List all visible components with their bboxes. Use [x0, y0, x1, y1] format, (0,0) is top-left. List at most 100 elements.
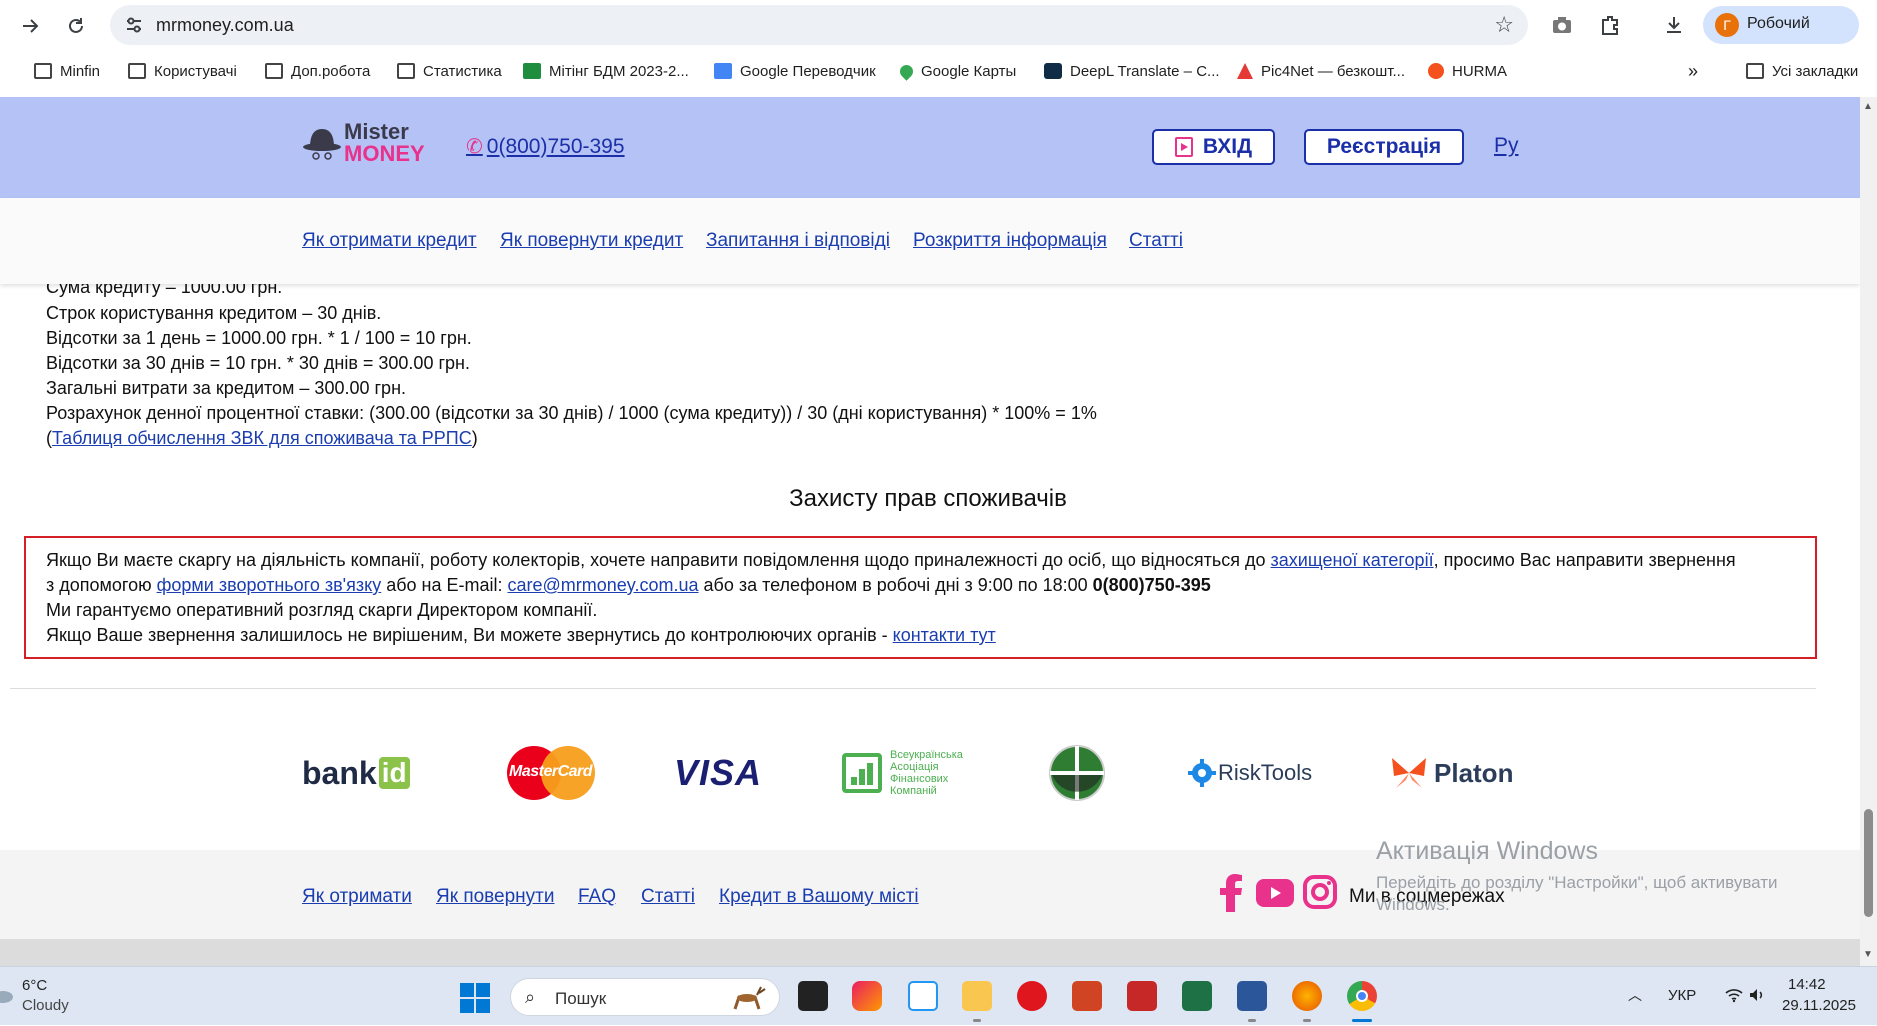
- bookmark-statistics[interactable]: Статистика: [397, 60, 502, 82]
- email-link[interactable]: care@mrmoney.com.ua: [508, 575, 699, 595]
- facebook-icon[interactable]: [1218, 874, 1244, 917]
- sheets-icon: [523, 63, 541, 79]
- logo[interactable]: Mister MONEY: [302, 119, 432, 169]
- taskbar-search[interactable]: ⌕ Пошук: [510, 978, 780, 1016]
- tray-chevron-icon[interactable]: ︿: [1628, 985, 1642, 1005]
- windows-activation-watermark: Активація Windows Перейдіть до розділу "…: [1376, 837, 1778, 914]
- site-nav: Як отримати кредит Як повернути кредит З…: [0, 198, 1860, 284]
- profile-button[interactable]: Г Робочий: [1703, 6, 1859, 44]
- footer-link-repay[interactable]: Як повернути: [436, 886, 555, 908]
- bookmarks-overflow-icon[interactable]: »: [1688, 60, 1698, 82]
- credit-term-line: Строк користування кредитом – 30 днів.: [46, 303, 382, 323]
- protected-category-link[interactable]: захищеної категорії: [1271, 550, 1434, 570]
- language-switch[interactable]: Ру: [1494, 134, 1519, 158]
- bookmarks-bar: Minfin Користувачі Доп.робота Статистика…: [0, 56, 1877, 86]
- phone-icon: ✆: [466, 136, 483, 158]
- cloud-icon: [0, 991, 13, 1003]
- apr-table-line: (Таблиця обчислення ЗВК для споживача та…: [46, 428, 478, 448]
- regulator-contacts-link[interactable]: контакти тут: [893, 625, 996, 645]
- header-phone-link[interactable]: ✆ 0(800)750-395: [466, 134, 625, 159]
- bookmark-deepl[interactable]: DeepL Translate – C...: [1044, 60, 1220, 82]
- folder-icon: [1746, 63, 1764, 79]
- hurma-icon: [1428, 63, 1444, 79]
- total-cost-line: Загальні витрати за кредитом – 300.00 гр…: [46, 378, 407, 398]
- folder-icon: [34, 63, 52, 79]
- visa-logo: VISA: [674, 752, 763, 793]
- address-bar[interactable]: mrmoney.com.ua ☆: [110, 5, 1528, 45]
- nav-get-credit[interactable]: Як отримати кредит: [302, 230, 477, 252]
- bookmark-meeting[interactable]: Мітінг БДМ 2023-2...: [523, 60, 689, 82]
- nav-disclosure[interactable]: Розкриття інформація: [913, 230, 1107, 252]
- taskview-icon[interactable]: [798, 981, 828, 1011]
- footer-link-city[interactable]: Кредит в Вашому місті: [719, 886, 919, 908]
- bookmark-star-icon[interactable]: ☆: [1494, 12, 1514, 38]
- footer-link-get[interactable]: Як отримати: [302, 886, 412, 908]
- footer-bottom-bar: [0, 939, 1860, 966]
- pdf-icon[interactable]: [1127, 981, 1157, 1011]
- extensions-icon[interactable]: [1596, 11, 1624, 39]
- bookmark-hurma[interactable]: HURMA: [1428, 60, 1507, 82]
- url-text: mrmoney.com.ua: [156, 15, 294, 35]
- bookmark-google-maps[interactable]: Google Карты: [897, 60, 1016, 82]
- bookmark-users[interactable]: Користувачі: [128, 60, 237, 82]
- all-bookmarks[interactable]: Усі закладки: [1746, 60, 1858, 82]
- login-button[interactable]: ВХІД: [1152, 129, 1275, 165]
- section-title: Захисту прав споживачів: [789, 485, 1067, 512]
- wifi-icon[interactable]: [1724, 987, 1744, 1003]
- bookmark-google-translate[interactable]: Google Переводчик: [714, 60, 876, 82]
- input-language[interactable]: УКР: [1668, 987, 1696, 1004]
- footer-link-articles[interactable]: Статті: [641, 886, 695, 908]
- site-header: Mister MONEY ✆ 0(800)750-395 ВХІД Реєстр…: [0, 97, 1860, 198]
- clock-time[interactable]: 14:42: [1788, 976, 1826, 993]
- scroll-thumb[interactable]: [1864, 809, 1873, 917]
- register-button[interactable]: Реєстрація: [1304, 129, 1464, 165]
- instagram-icon[interactable]: [1302, 874, 1338, 915]
- bowler-hat-icon: [303, 129, 341, 160]
- bookmark-minfin[interactable]: Minfin: [34, 60, 100, 82]
- green-cross-icon: [1049, 745, 1105, 801]
- scroll-up-icon[interactable]: ▲: [1863, 101, 1873, 112]
- file-explorer-icon[interactable]: [962, 981, 992, 1011]
- mastercard-logo: MasterCard: [507, 745, 595, 801]
- chrome-icon[interactable]: [1347, 981, 1377, 1011]
- site-info-icon[interactable]: [124, 15, 144, 35]
- system-tray: ︿ УКР 14:42 29.11.2025: [1620, 967, 1877, 1026]
- taskbar: 6°C Cloudy ⌕ Пошук ︿ УКР 14:42 29.11.202…: [0, 966, 1877, 1025]
- download-icon[interactable]: [1660, 11, 1688, 39]
- powerpoint-icon[interactable]: [1072, 981, 1102, 1011]
- footer-link-faq[interactable]: FAQ: [578, 886, 616, 908]
- apr-table-link[interactable]: Таблиця обчислення ЗВК для споживача та …: [52, 428, 472, 448]
- nav-articles[interactable]: Статті: [1129, 230, 1183, 252]
- forward-button[interactable]: [12, 8, 48, 44]
- complaint-line-1: Якщо Ви маєте скаргу на діяльність компа…: [46, 550, 1736, 570]
- reload-button[interactable]: [58, 8, 94, 44]
- vafk-logo: Всеукраїнська Асоціація Фінансових Компа…: [842, 745, 970, 801]
- page-scrollbar[interactable]: ▲ ▼: [1860, 97, 1877, 966]
- nav-repay-credit[interactable]: Як повернути кредит: [500, 230, 683, 252]
- daily-rate-line: Розрахунок денної процентної ставки: (30…: [46, 403, 1097, 423]
- risktools-logo: RiskTools: [1188, 745, 1312, 801]
- nav-faq[interactable]: Запитання і відповіді: [706, 230, 890, 252]
- avatar: Г: [1715, 13, 1739, 37]
- chart-bars-icon: [842, 753, 882, 793]
- photos-icon[interactable]: [852, 981, 882, 1011]
- camera-icon[interactable]: [1548, 11, 1576, 39]
- snipping-tool-icon[interactable]: [908, 981, 938, 1011]
- firefox-icon[interactable]: [1292, 981, 1322, 1011]
- bookmark-pic4net[interactable]: Pic4Net — безкошт...: [1237, 60, 1405, 82]
- complaint-line-4: Якщо Ваше звернення залишилось не виріше…: [46, 625, 996, 645]
- bookmark-extra-work[interactable]: Доп.робота: [265, 60, 370, 82]
- scroll-down-icon[interactable]: ▼: [1863, 949, 1873, 960]
- start-button[interactable]: [460, 983, 490, 1018]
- feedback-form-link[interactable]: форми зворотнього зв'язку: [157, 575, 382, 595]
- word-icon[interactable]: [1237, 981, 1267, 1011]
- opera-icon[interactable]: [1017, 981, 1047, 1011]
- page-viewport: Mister MONEY ✆ 0(800)750-395 ВХІД Реєстр…: [0, 97, 1860, 966]
- deer-icon: [733, 986, 766, 1010]
- clock-date[interactable]: 29.11.2025: [1782, 997, 1856, 1014]
- profile-name: Робочий: [1747, 15, 1810, 32]
- youtube-icon[interactable]: [1256, 879, 1294, 912]
- map-pin-icon: [897, 61, 916, 81]
- excel-icon[interactable]: [1182, 981, 1212, 1011]
- volume-icon[interactable]: [1748, 987, 1766, 1003]
